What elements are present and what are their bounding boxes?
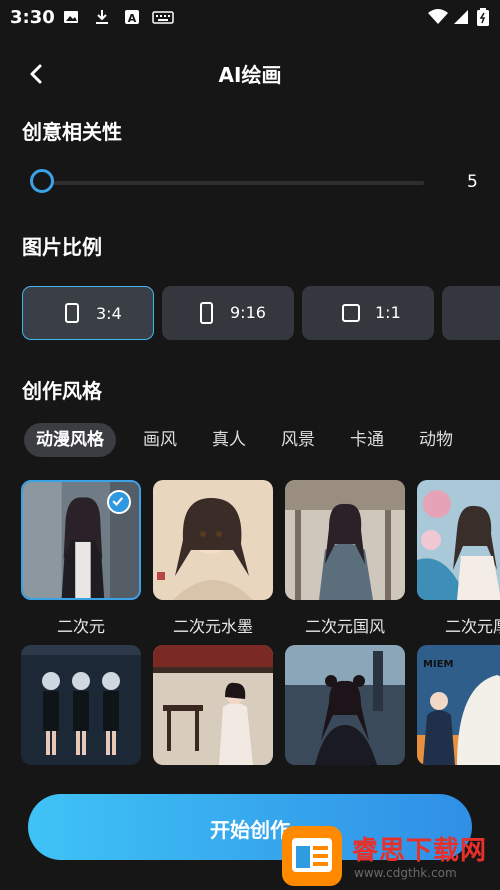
ratio-label: 图片比例 (22, 235, 102, 259)
cartoon-cat-image: MIEM (417, 645, 500, 765)
keyboard-icon (152, 11, 174, 24)
ratio-option-9-16[interactable]: 9:16 (162, 286, 294, 340)
style-cards: 二次元 二次元水墨 二次元国风 二次元厚 (0, 480, 500, 770)
style-card-label: 二次元国风 (304, 617, 385, 636)
ratio-option-more[interactable] (442, 286, 500, 340)
style-card-anime[interactable] (21, 480, 141, 600)
tall-ratio-icon (200, 302, 213, 324)
style-card-label: 二次元厚 (444, 617, 500, 636)
tab-realistic[interactable]: 真人 (212, 423, 246, 457)
page-title: AI绘画 (218, 63, 282, 87)
portrait-ratio-icon (65, 303, 79, 323)
style-card-row2-3[interactable] (285, 645, 405, 765)
thick-paint-girl-image (417, 480, 500, 600)
status-bar: 3:30 A (0, 0, 500, 34)
svg-text:MIEM: MIEM (423, 659, 454, 670)
style-card-ink[interactable] (153, 480, 273, 600)
wifi-icon (428, 9, 448, 24)
tab-painting[interactable]: 画风 (143, 423, 177, 457)
signal-icon (454, 10, 468, 24)
ratio-option-label: 3:4 (96, 304, 122, 323)
image-icon (64, 11, 78, 23)
ink-style-girl-image (153, 480, 273, 600)
watermark: 睿思下载网 www.cdgthk.com (282, 818, 500, 888)
ratio-option-label: 9:16 (230, 303, 266, 322)
ratio-option-label: 1:1 (375, 303, 401, 322)
ratio-option-3-4[interactable]: 3:4 (22, 286, 154, 340)
ratio-option-1-1[interactable]: 1:1 (302, 286, 434, 340)
tab-anime[interactable]: 动漫风格 (24, 423, 116, 457)
status-time: 3:30 (10, 7, 55, 28)
traditional-room-image (153, 645, 273, 765)
style-card-row2-4[interactable]: MIEM (417, 645, 500, 765)
ratio-options: 3:4 9:16 1:1 (22, 286, 500, 342)
battery-icon (477, 8, 489, 26)
app-bar: AI绘画 (0, 50, 500, 96)
style-card-thick[interactable] (417, 480, 500, 600)
style-card-guofeng[interactable] (285, 480, 405, 600)
font-icon: A (125, 10, 139, 25)
creativity-slider-track[interactable] (42, 181, 424, 185)
character-sheet-image (21, 645, 141, 765)
style-tabs: 动漫风格 画风 真人 风景 卡通 动物 (24, 423, 500, 459)
city-girl-image (285, 645, 405, 765)
watermark-logo-icon (282, 826, 342, 886)
style-card-row2-1[interactable] (21, 645, 141, 765)
square-ratio-icon (342, 304, 360, 322)
guofeng-girl-image (285, 480, 405, 600)
style-card-row2-2[interactable] (153, 645, 273, 765)
style-card-label: 二次元水墨 (172, 617, 253, 636)
tab-landscape[interactable]: 风景 (281, 423, 315, 457)
watermark-url: www.cdgthk.com (354, 866, 457, 880)
tab-cartoon[interactable]: 卡通 (350, 423, 384, 457)
creativity-slider-thumb[interactable] (30, 169, 54, 193)
svg-text:A: A (128, 12, 137, 25)
selected-check-icon (107, 490, 131, 514)
watermark-brand: 睿思下载网 (352, 836, 488, 866)
style-label: 创作风格 (22, 379, 102, 403)
creativity-label: 创意相关性 (22, 120, 122, 144)
tab-animal[interactable]: 动物 (419, 423, 453, 457)
download-icon (96, 10, 108, 24)
style-card-label: 二次元 (56, 617, 105, 636)
creativity-value: 5 (467, 172, 478, 192)
